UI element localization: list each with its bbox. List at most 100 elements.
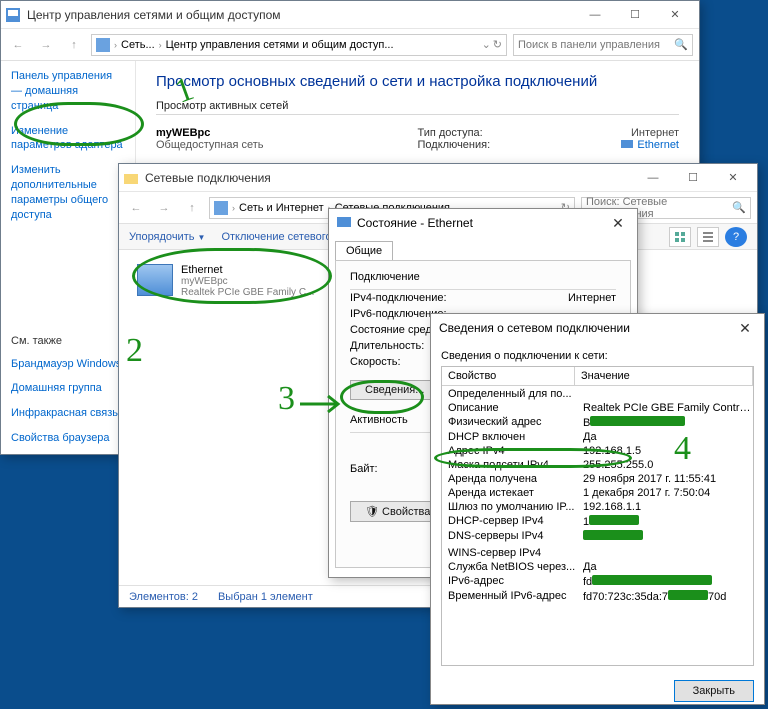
dialog-title: Состояние - Ethernet — [357, 216, 473, 230]
property-row[interactable]: Маска подсети IPv4255.255.255.0 — [442, 458, 753, 472]
network-type: Общедоступная сеть — [156, 139, 418, 151]
bytes-label: Байт: — [350, 463, 378, 475]
minimize-button[interactable]: — — [575, 2, 615, 28]
connection-link-ethernet[interactable]: Ethernet — [637, 139, 679, 151]
media-state-label: Состояние среды: — [350, 324, 443, 336]
back-button[interactable]: ← — [125, 197, 147, 219]
property-key: Шлюз по умолчанию IP... — [448, 501, 583, 513]
property-row[interactable]: ОписаниеRealtek PCIe GBE Family Controll… — [442, 401, 753, 415]
refresh-icon[interactable]: ↻ — [493, 38, 502, 51]
ipv4-conn-label: IPv4-подключение: — [350, 292, 447, 304]
sidebar-link-browser-props[interactable]: Свойства браузера — [11, 431, 125, 446]
property-row[interactable]: Служба NetBIOS через...Да — [442, 560, 753, 574]
property-row[interactable]: Временный IPv6-адресfd70:723c:35da:770d — [442, 589, 753, 604]
property-value: B — [583, 416, 753, 429]
property-row[interactable]: Определенный для по... — [442, 387, 753, 401]
property-value: fd — [583, 575, 753, 588]
property-row[interactable]: DHCP-сервер IPv41 — [442, 514, 753, 529]
sidebar-link-homegroup[interactable]: Домашняя группа — [11, 381, 125, 396]
organize-menu[interactable]: Упорядочить ▼ — [129, 231, 205, 243]
property-value — [583, 547, 753, 559]
property-key: WINS-сервер IPv4 — [448, 547, 583, 559]
status-count: Элементов: 2 — [129, 591, 198, 603]
maximize-button[interactable]: ☐ — [615, 2, 655, 28]
property-row[interactable]: WINS-сервер IPv4 — [442, 546, 753, 560]
forward-button[interactable]: → — [35, 34, 57, 56]
property-row[interactable]: Аренда получена29 ноября 2017 г. 11:55:4… — [442, 472, 753, 486]
sidebar-seealso-label: См. также — [11, 335, 125, 347]
search-input[interactable]: Поиск в панели управления 🔍 — [513, 34, 693, 56]
property-value: 192.168.1.1 — [583, 501, 753, 513]
crumb-segment[interactable]: Сеть... — [121, 39, 155, 51]
view-icons-button[interactable] — [669, 227, 691, 247]
property-key: Служба NetBIOS через... — [448, 561, 583, 573]
chevron-down-icon[interactable]: ⌄ — [482, 38, 491, 51]
maximize-button[interactable]: ☐ — [673, 165, 713, 191]
dialog-titlebar: Состояние - Ethernet ✕ — [329, 209, 637, 237]
up-button[interactable]: ↑ — [63, 34, 85, 56]
network-name: myWEBpc — [156, 127, 418, 139]
property-value — [583, 530, 753, 543]
column-property[interactable]: Свойство — [442, 367, 575, 385]
up-button[interactable]: ↑ — [181, 197, 203, 219]
connection-details-dialog: Сведения о сетевом подключении ✕ Сведени… — [430, 313, 765, 705]
minimize-button[interactable]: — — [633, 165, 673, 191]
sidebar-link-adapter-settings[interactable]: Изменение параметров адаптера — [11, 124, 125, 154]
window-title: Сетевые подключения — [145, 171, 633, 185]
property-row[interactable]: Физический адресB — [442, 415, 753, 430]
page-heading: Просмотр основных сведений о сети и наст… — [156, 73, 679, 90]
connections-label: Подключения: — [418, 139, 491, 151]
view-details-button[interactable] — [697, 227, 719, 247]
ipv4-conn-value: Интернет — [568, 292, 616, 304]
property-key: Аренда получена — [448, 473, 583, 485]
property-value: 255.255.255.0 — [583, 459, 753, 471]
adapter-icon — [137, 264, 173, 296]
speed-label: Скорость: — [350, 356, 401, 368]
property-row[interactable]: IPv6-адресfd — [442, 574, 753, 589]
property-row[interactable]: Аренда истекает1 декабря 2017 г. 7:50:04 — [442, 486, 753, 500]
tab-general[interactable]: Общие — [335, 241, 393, 260]
ethernet-icon — [337, 217, 351, 229]
active-networks-label: Просмотр активных сетей — [156, 100, 679, 112]
back-button[interactable]: ← — [7, 34, 29, 56]
search-icon: 🔍 — [732, 201, 746, 214]
property-value: 1 декабря 2017 г. 7:50:04 — [583, 487, 753, 499]
forward-button[interactable]: → — [153, 197, 175, 219]
control-panel-icon — [214, 201, 228, 215]
sidebar-link-firewall[interactable]: Брандмауэр Windows — [11, 357, 125, 372]
close-button[interactable]: ✕ — [607, 215, 629, 232]
network-center-icon — [5, 7, 21, 23]
property-value: 1 — [583, 515, 753, 528]
help-button[interactable]: ? — [725, 227, 747, 247]
adapter-device: Realtek PCIe GBE Family C... — [181, 287, 314, 298]
crumb-segment[interactable]: Сеть и Интернет — [239, 202, 324, 214]
property-row[interactable]: Адрес IPv4192.168.1.5 — [442, 444, 753, 458]
crumb-segment[interactable]: Центр управления сетями и общим доступ..… — [166, 39, 394, 51]
property-row[interactable]: DHCP включенДа — [442, 430, 753, 444]
property-key: IPv6-адрес — [448, 575, 583, 588]
search-icon: 🔍 — [674, 38, 688, 51]
close-dialog-button[interactable]: Закрыть — [674, 680, 754, 702]
property-key: Описание — [448, 402, 583, 414]
property-value: 192.168.1.5 — [583, 445, 753, 457]
control-panel-icon — [96, 38, 110, 52]
dialog-titlebar: Сведения о сетевом подключении ✕ — [431, 314, 764, 342]
breadcrumb[interactable]: › Сеть... › Центр управления сетями и об… — [91, 34, 507, 56]
property-value: Да — [583, 431, 753, 443]
property-value: Realtek PCIe GBE Family Controller — [583, 402, 753, 414]
close-button[interactable]: ✕ — [655, 2, 695, 28]
adapter-item-ethernet[interactable]: Ethernet myWEBpc Realtek PCIe GBE Family… — [133, 260, 333, 302]
close-button[interactable]: ✕ — [734, 320, 756, 337]
property-row[interactable]: DNS-серверы IPv4 — [442, 529, 753, 544]
property-value: Да — [583, 561, 753, 573]
close-button[interactable]: ✕ — [713, 165, 753, 191]
sidebar-link-home[interactable]: Панель управления — домашняя страница — [11, 69, 125, 114]
column-value[interactable]: Значение — [575, 367, 753, 385]
sidebar-link-infrared[interactable]: Инфракрасная связь — [11, 406, 125, 421]
property-row[interactable]: Шлюз по умолчанию IP...192.168.1.1 — [442, 500, 753, 514]
property-value — [583, 388, 753, 400]
details-button[interactable]: Сведения... — [350, 380, 439, 400]
duration-label: Длительность: — [350, 340, 424, 352]
ethernet-icon — [621, 140, 633, 150]
sidebar-link-advanced-sharing[interactable]: Изменить дополнительные параметры общего… — [11, 163, 125, 222]
